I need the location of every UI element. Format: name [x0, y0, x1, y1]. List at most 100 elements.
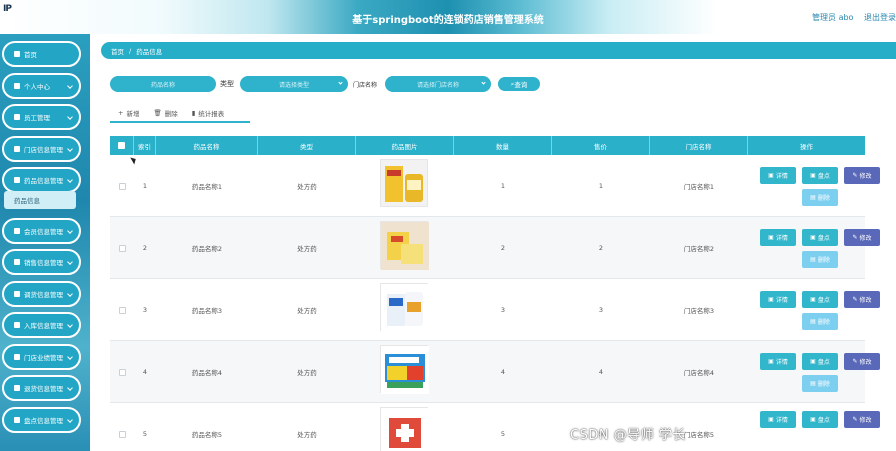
store-select[interactable]: 请选择门店名称	[385, 76, 491, 92]
row-checkbox[interactable]	[118, 244, 126, 252]
add-button-label: 新增	[126, 110, 140, 118]
check-button[interactable]: ▣ 盘点	[802, 411, 838, 428]
row-delete-button[interactable]: ▤ 删除	[802, 375, 838, 392]
sidebar-item-label: 门店业绩管理	[24, 354, 63, 362]
store-label: 门店名称	[353, 82, 378, 89]
row-checkbox[interactable]	[118, 306, 126, 314]
sidebar-item-drug[interactable]: 药品信息管理	[2, 167, 81, 193]
check-label: 盘点	[817, 417, 830, 424]
row-checkbox[interactable]	[118, 182, 126, 190]
sidebar-item-inventory[interactable]: 盘点信息管理	[2, 407, 81, 433]
row-checkbox[interactable]	[118, 430, 126, 438]
sidebar-item-return[interactable]: 退货信息管理	[2, 375, 81, 401]
check-button[interactable]: ▣ 盘点	[802, 167, 838, 184]
detail-button[interactable]: ▣ 详情	[760, 229, 796, 246]
table-row: 3 药品名称3 处方药 3 3 门店名称3 ▣ 详情 ▣ 盘点 ✎ 修改 ▤ 删除	[110, 279, 880, 341]
chevron-down-icon	[67, 114, 73, 120]
detail-label: 详情	[775, 235, 788, 242]
edit-label: 修改	[859, 173, 872, 180]
sidebar-item-label: 调货信息管理	[24, 291, 63, 299]
row-quantity: 5	[500, 430, 506, 438]
store-select-placeholder: 请选择门店名称	[416, 81, 459, 89]
sidebar-item-home[interactable]: 首页	[2, 41, 81, 67]
sidebar-subitem-drug-info[interactable]: 药品信息	[4, 191, 76, 209]
edit-button[interactable]: ✎ 修改	[844, 229, 880, 246]
detail-button[interactable]: ▣ 详情	[760, 353, 796, 370]
row-delete-button[interactable]: ▤ 删除	[802, 313, 838, 330]
logout-link[interactable]: 退出登录	[864, 13, 896, 22]
row-select-cell	[110, 403, 134, 451]
breadcrumb-home[interactable]: 首页	[111, 46, 124, 56]
col-index: 索引	[134, 136, 156, 155]
sidebar-item-store[interactable]: 门店信息管理	[2, 136, 81, 162]
grid-icon	[14, 177, 20, 183]
detail-icon: ▣	[768, 172, 774, 179]
drug-image	[380, 407, 429, 451]
drug-image	[380, 159, 428, 207]
row-delete-button[interactable]: ▤ 删除	[802, 251, 838, 268]
row-select-cell	[110, 341, 134, 403]
select-all-checkbox[interactable]	[118, 142, 125, 149]
row-type: 处方药	[297, 307, 317, 315]
edit-button[interactable]: ✎ 修改	[844, 353, 880, 370]
row-delete-label: 删除	[817, 381, 830, 388]
add-button[interactable]: + 新增	[118, 108, 139, 118]
sidebar-item-transfer[interactable]: 调货信息管理	[2, 281, 81, 307]
sidebar-item-inbound[interactable]: 入库信息管理	[2, 312, 81, 338]
action-underline	[110, 121, 250, 123]
sidebar-item-performance[interactable]: 门店业绩管理	[2, 344, 81, 370]
row-quantity: 3	[500, 306, 506, 314]
detail-icon: ▣	[768, 296, 774, 303]
detail-button[interactable]: ▣ 详情	[760, 411, 796, 428]
detail-button[interactable]: ▣ 详情	[760, 167, 796, 184]
row-name: 药品名称5	[191, 431, 223, 439]
stats-button[interactable]: ▮ 统计报表	[192, 108, 225, 118]
detail-button[interactable]: ▣ 详情	[760, 291, 796, 308]
row-store: 门店名称4	[683, 369, 715, 377]
delete-button[interactable]: 🗑 删除	[153, 108, 177, 118]
table-row: 4 药品名称4 处方药 4 4 门店名称4 ▣ 详情 ▣ 盘点 ✎ 修改 ▤ 删除	[110, 341, 880, 403]
row-name: 药品名称3	[191, 307, 223, 315]
edit-button[interactable]: ✎ 修改	[844, 411, 880, 428]
row-name: 药品名称4	[191, 369, 223, 377]
action-bar: + 新增 🗑 删除 ▮ 统计报表	[118, 108, 224, 118]
search-button[interactable]: ⌕ 查询	[497, 76, 541, 92]
sidebar-item-label: 会员信息管理	[24, 228, 63, 236]
staff-icon	[14, 114, 20, 120]
edit-button[interactable]: ✎ 修改	[844, 291, 880, 308]
edit-icon: ✎	[852, 172, 858, 179]
chevron-down-icon	[67, 259, 73, 265]
edit-icon: ✎	[852, 416, 858, 423]
chevron-down-icon	[67, 291, 73, 297]
drug-name-input[interactable]: 药品名称	[110, 76, 216, 92]
check-button[interactable]: ▣ 盘点	[802, 229, 838, 246]
user-label: 管理员 abo	[812, 13, 854, 22]
check-icon: ▣	[810, 416, 816, 423]
row-type: 处方药	[297, 245, 317, 253]
row-select-cell	[110, 155, 134, 217]
sidebar-item-member[interactable]: 会员信息管理	[2, 218, 81, 244]
chevron-down-icon	[67, 228, 73, 234]
row-checkbox[interactable]	[118, 368, 126, 376]
user-icon	[14, 83, 20, 89]
row-name: 药品名称1	[191, 183, 223, 191]
check-button[interactable]: ▣ 盘点	[802, 291, 838, 308]
edit-icon: ✎	[852, 296, 858, 303]
detail-label: 详情	[775, 173, 788, 180]
col-image: 药品图片	[356, 136, 454, 155]
chevron-down-icon	[67, 417, 73, 423]
check-icon: ▣	[810, 296, 816, 303]
check-button[interactable]: ▣ 盘点	[802, 353, 838, 370]
edit-button[interactable]: ✎ 修改	[844, 167, 880, 184]
sidebar-item-sales[interactable]: 销售信息管理	[2, 249, 81, 275]
detail-icon: ▣	[768, 358, 774, 365]
sidebar-item-staff[interactable]: 员工管理	[2, 104, 81, 130]
sidebar-item-label: 入库信息管理	[24, 322, 63, 330]
row-index: 3	[142, 306, 148, 314]
sidebar-item-label: 销售信息管理	[24, 259, 63, 267]
sidebar-item-profile[interactable]: 个人中心	[2, 73, 81, 99]
row-delete-button[interactable]: ▤ 删除	[802, 189, 838, 206]
type-select[interactable]: 请选择类型	[240, 76, 348, 92]
table-row: 5 药品名称5 处方药 5 5 门店名称5 ▣ 详情 ▣ 盘点 ✎ 修改	[110, 403, 880, 451]
chevron-down-icon	[67, 385, 73, 391]
